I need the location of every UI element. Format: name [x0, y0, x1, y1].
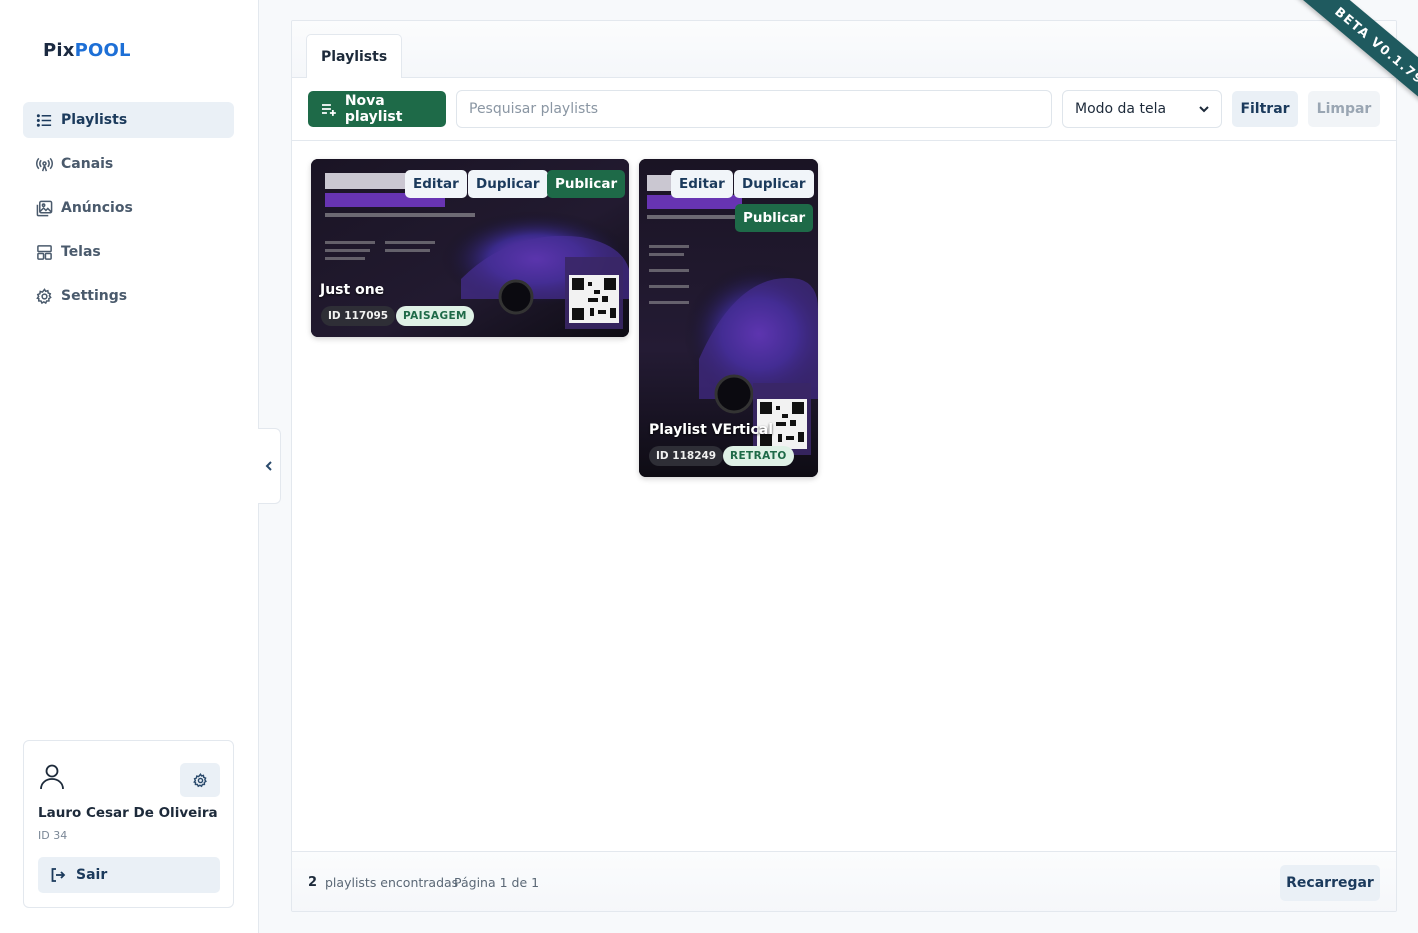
toolbar: Nova playlist Modo da tela Filtrar Limpa… — [292, 78, 1396, 141]
playlist-mode-badge: PAISAGEM — [396, 306, 474, 326]
new-playlist-button[interactable]: Nova playlist — [308, 91, 446, 127]
sidebar-item-playlists[interactable]: Playlists — [23, 102, 234, 138]
sidebar: PixPOOL Playlists Canais Anúncios Telas — [0, 0, 259, 933]
user-id: ID 34 — [38, 829, 68, 842]
gear-icon — [192, 772, 207, 787]
playlist-title: Just one — [320, 282, 385, 298]
user-name: Lauro Cesar De Oliveira — [38, 805, 218, 821]
layout-icon — [35, 243, 53, 261]
sidebar-item-label: Playlists — [61, 112, 128, 128]
sidebar-item-label: Settings — [61, 288, 128, 304]
app-logo[interactable]: PixPOOL — [43, 40, 131, 61]
edit-button[interactable]: Editar — [405, 170, 467, 198]
chevron-down-icon — [1199, 106, 1209, 113]
playlist-id-badge: ID 117095 — [321, 306, 396, 326]
sidebar-item-settings[interactable]: Settings — [23, 278, 234, 314]
logout-button[interactable]: Sair — [38, 857, 220, 893]
sidebar-item-label: Canais — [61, 156, 114, 172]
sidebar-item-telas[interactable]: Telas — [23, 234, 234, 270]
sidebar-item-canais[interactable]: Canais — [23, 146, 234, 182]
publish-button[interactable]: Publicar — [735, 204, 814, 232]
user-card: Lauro Cesar De Oliveira ID 34 Sair — [23, 740, 234, 908]
results-footer: 2 playlists encontradas Página 1 de 1 Re… — [292, 851, 1396, 911]
gear-icon — [35, 287, 53, 305]
results-count-label: playlists encontradas — [325, 875, 459, 890]
chevron-left-icon — [265, 461, 272, 471]
playlist-add-icon — [321, 104, 336, 116]
playlist-card[interactable]: Editar Duplicar Publicar Playlist VErtic… — [639, 159, 818, 477]
clear-button[interactable]: Limpar — [1308, 91, 1380, 127]
sidebar-item-label: Anúncios — [61, 200, 133, 216]
publish-button[interactable]: Publicar — [547, 170, 626, 198]
sidebar-collapse-button[interactable] — [258, 428, 281, 504]
filter-button[interactable]: Filtrar — [1232, 91, 1298, 127]
edit-button[interactable]: Editar — [671, 170, 733, 198]
sidebar-item-anuncios[interactable]: Anúncios — [23, 190, 234, 226]
images-icon — [35, 199, 53, 217]
tab-playlists[interactable]: Playlists — [306, 34, 403, 78]
page-indicator: Página 1 de 1 — [454, 875, 540, 890]
main-panel: Playlists Nova playlist Modo da tela Fil… — [291, 20, 1397, 912]
logout-icon — [51, 868, 66, 882]
user-icon — [39, 763, 65, 791]
reload-button[interactable]: Recarregar — [1280, 865, 1380, 901]
duplicate-button[interactable]: Duplicar — [734, 170, 814, 198]
search-input[interactable] — [456, 90, 1052, 128]
broadcast-icon — [35, 155, 53, 173]
playlist-mode-badge: RETRATO — [723, 446, 794, 466]
playlist-card[interactable]: Editar Duplicar Publicar Just one ID 117… — [311, 159, 629, 337]
tab-bar: Playlists — [292, 21, 1396, 78]
sidebar-nav: Playlists Canais Anúncios Telas Settings — [23, 102, 234, 322]
duplicate-button[interactable]: Duplicar — [468, 170, 548, 198]
screen-mode-select[interactable]: Modo da tela — [1062, 90, 1222, 128]
sidebar-item-label: Telas — [61, 244, 101, 260]
playlist-id-badge: ID 118249 — [649, 446, 724, 466]
results-count: 2 — [308, 875, 318, 890]
playlist-title: Playlist VErtical — [649, 422, 774, 438]
user-settings-button[interactable] — [180, 763, 220, 797]
list-icon — [35, 111, 53, 129]
